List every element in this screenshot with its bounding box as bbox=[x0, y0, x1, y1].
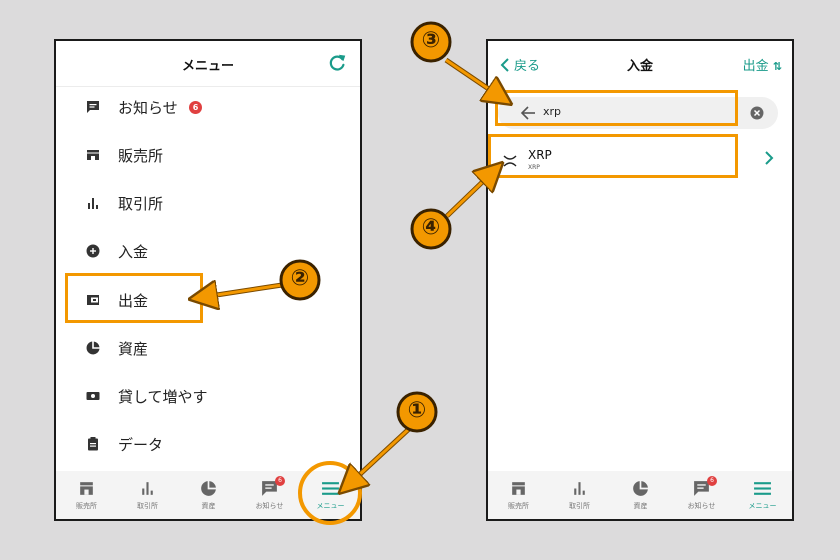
withdraw-label: 出金 bbox=[742, 59, 769, 74]
bottom-tab-bar: 販売所 取引所 資産 6 お知らせ メニュー bbox=[488, 471, 792, 519]
menu-label: 販売所 bbox=[118, 146, 164, 165]
menu-item-notices[interactable]: お知らせ 6 bbox=[56, 83, 360, 131]
tab-label: メニュー bbox=[748, 502, 777, 510]
callout-1: ① bbox=[395, 390, 439, 434]
bar-chart-icon bbox=[142, 482, 153, 495]
header: メニュー bbox=[56, 41, 360, 87]
highlight-withdraw bbox=[65, 273, 203, 323]
menu-label: 資産 bbox=[118, 339, 149, 358]
bar-chart-icon bbox=[574, 482, 585, 495]
callout-number: ① bbox=[407, 398, 427, 423]
message-icon bbox=[87, 101, 99, 113]
withdraw-link[interactable]: 出金 ⇅ bbox=[743, 55, 782, 74]
highlight-menu-tab bbox=[298, 461, 362, 525]
menu-item-assets[interactable]: 資産 bbox=[56, 324, 360, 372]
callout-number: ③ bbox=[421, 28, 441, 53]
store-icon bbox=[512, 482, 525, 495]
cash-icon bbox=[86, 392, 100, 400]
menu-label: データ bbox=[118, 435, 164, 454]
tab-label: 取引所 bbox=[569, 502, 590, 510]
menu-label: 入金 bbox=[118, 242, 149, 261]
highlight-search bbox=[495, 90, 738, 126]
notification-badge: 6 bbox=[189, 100, 202, 114]
highlight-coin bbox=[488, 134, 738, 178]
callout-number: ④ bbox=[421, 215, 441, 240]
tab-menu[interactable]: メニュー bbox=[732, 471, 792, 519]
bar-chart-icon bbox=[88, 198, 98, 209]
pie-chart-icon bbox=[86, 341, 100, 355]
clear-icon[interactable] bbox=[750, 106, 764, 120]
tab-label: 取引所 bbox=[137, 502, 158, 510]
clipboard-icon bbox=[88, 437, 98, 451]
callout-2: ② bbox=[278, 258, 322, 302]
store-icon bbox=[80, 482, 93, 495]
tab-label: 販売所 bbox=[508, 502, 529, 510]
tab-exchange[interactable]: 取引所 bbox=[117, 471, 178, 519]
menu-item-exchange[interactable]: 取引所 bbox=[56, 179, 360, 227]
header: 戻る 入金 出金 ⇅ bbox=[488, 41, 792, 87]
tab-label: お知らせ bbox=[255, 502, 284, 510]
tab-shop[interactable]: 販売所 bbox=[488, 471, 549, 519]
tab-notices[interactable]: 6 お知らせ bbox=[239, 471, 300, 519]
plus-circle-icon bbox=[86, 244, 100, 258]
menu-label: 取引所 bbox=[118, 194, 164, 213]
page-title: メニュー bbox=[181, 59, 234, 74]
tab-shop[interactable]: 販売所 bbox=[56, 471, 117, 519]
pie-chart-icon bbox=[201, 481, 216, 496]
callout-3: ③ bbox=[409, 20, 453, 64]
menu-label: 貸して増やす bbox=[118, 387, 208, 406]
tab-label: お知らせ bbox=[687, 502, 716, 510]
tab-exchange[interactable]: 取引所 bbox=[549, 471, 610, 519]
tab-label: 資産 bbox=[201, 502, 216, 510]
menu-item-lending[interactable]: 貸して増やす bbox=[56, 372, 360, 420]
pie-chart-icon bbox=[633, 481, 648, 496]
refresh-icon[interactable] bbox=[326, 52, 348, 74]
callout-number: ② bbox=[290, 266, 310, 291]
notification-badge: 6 bbox=[707, 476, 717, 486]
menu-item-shop[interactable]: 販売所 bbox=[56, 131, 360, 179]
store-icon bbox=[87, 150, 99, 160]
tab-label: 販売所 bbox=[76, 502, 97, 510]
notification-badge: 6 bbox=[275, 476, 285, 486]
callout-4: ④ bbox=[409, 207, 453, 251]
tab-notices[interactable]: 6 お知らせ bbox=[671, 471, 732, 519]
swap-arrows-icon: ⇅ bbox=[772, 60, 782, 73]
chevron-right-icon bbox=[765, 151, 774, 165]
tab-assets[interactable]: 資産 bbox=[610, 471, 671, 519]
hamburger-icon bbox=[754, 482, 771, 495]
tab-assets[interactable]: 資産 bbox=[178, 471, 239, 519]
menu-item-data[interactable]: データ bbox=[56, 420, 360, 468]
tab-label: 資産 bbox=[633, 502, 648, 510]
menu-label: お知らせ bbox=[118, 98, 178, 117]
